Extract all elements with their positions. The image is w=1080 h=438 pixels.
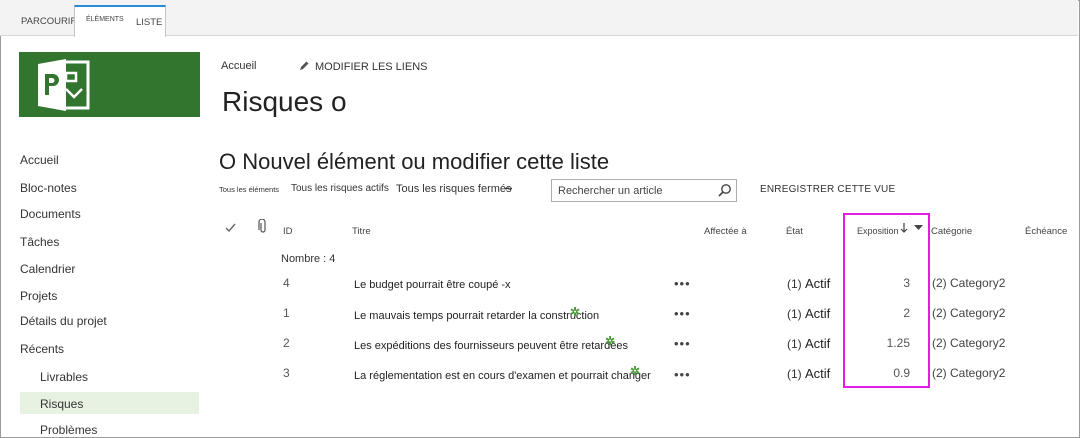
- nav-item-home[interactable]: Accueil: [20, 153, 59, 167]
- row-1-state: (1) Actif: [787, 276, 830, 291]
- view-closed-risks[interactable]: Tous les risques fermés: [396, 183, 512, 195]
- row-2-menu-icon[interactable]: •••: [674, 306, 691, 321]
- row-1-menu-icon[interactable]: •••: [674, 276, 691, 291]
- edit-links-button[interactable]: MODIFIER LES LIENS: [298, 60, 427, 73]
- tab-items[interactable]: ÉLÉMENTS: [86, 16, 124, 23]
- edit-links-label: MODIFIER LES LIENS: [315, 61, 428, 73]
- search-input[interactable]: [558, 183, 708, 199]
- view-all-items[interactable]: Tous les éléments: [219, 185, 279, 194]
- row-4-state-value: Actif: [805, 366, 831, 381]
- row-4-category: (2) Category2: [932, 366, 1006, 380]
- row-1-id: 4: [283, 276, 290, 290]
- row-4-title[interactable]: La réglementation est en cours d'examen …: [354, 370, 651, 382]
- row-3-state-value: Actif: [805, 336, 831, 351]
- row-2-id: 1: [283, 306, 290, 320]
- column-header-category[interactable]: Catégorie: [931, 226, 972, 237]
- row-2-title[interactable]: Le mauvais temps pourrait retarder la co…: [354, 310, 599, 322]
- breadcrumb[interactable]: Accueil: [221, 60, 256, 72]
- row-1-category: (2) Category2: [932, 276, 1006, 290]
- row-4-new-icon: ✲: [630, 364, 641, 378]
- nav-item-tasks[interactable]: Tâches: [20, 235, 59, 249]
- row-1-title[interactable]: Le budget pourrait être coupé -x: [354, 279, 511, 291]
- pencil-icon: [300, 61, 309, 70]
- row-3-state: (1) Actif: [787, 336, 830, 351]
- row-3-category: (2) Category2: [932, 336, 1006, 350]
- column-header-state[interactable]: État: [786, 226, 803, 237]
- nav-item-documents[interactable]: Documents: [20, 207, 81, 221]
- nav-item-notebook[interactable]: Bloc-notes: [20, 181, 77, 195]
- column-header-due[interactable]: Échéance: [1025, 226, 1067, 237]
- project-app-icon: [38, 59, 90, 111]
- row-2-state-prefix: (1): [787, 307, 802, 321]
- row-3-menu-icon[interactable]: •••: [674, 336, 691, 351]
- tab-browse[interactable]: PARCOURIR: [21, 16, 77, 27]
- nav-item-risks[interactable]: Risques: [40, 397, 83, 411]
- tab-items-group: ÉLÉMENTS LISTE: [74, 5, 166, 37]
- tab-list[interactable]: LISTE: [136, 17, 162, 28]
- search-box: [551, 179, 737, 202]
- column-header-id[interactable]: ID: [283, 226, 293, 237]
- page-title: Risques o: [222, 86, 347, 117]
- ribbon: PARCOURIR ÉLÉMENTS LISTE: [0, 0, 1078, 37]
- nav-item-projects[interactable]: Projets: [20, 289, 57, 303]
- row-4-state: (1) Actif: [787, 366, 830, 381]
- row-4-state-prefix: (1): [787, 367, 802, 381]
- new-item-link[interactable]: O Nouvel élément ou modifier cette liste: [219, 149, 609, 175]
- row-3-id: 2: [283, 336, 290, 350]
- row-3-new-icon: ✲: [605, 334, 616, 348]
- column-header-title[interactable]: Titre: [352, 226, 371, 237]
- row-4-id: 3: [283, 366, 290, 380]
- project-logo[interactable]: [19, 52, 200, 117]
- item-count: Nombre : 4: [281, 253, 336, 265]
- nav-item-project-details[interactable]: Détails du projet: [20, 314, 107, 328]
- row-1-state-prefix: (1): [787, 277, 802, 291]
- row-2-state-value: Actif: [805, 306, 831, 321]
- row-2-category: (2) Category2: [932, 306, 1006, 320]
- more-views-button[interactable]: •••: [505, 186, 512, 193]
- exposure-column-highlight: [843, 213, 930, 388]
- row-1-state-value: Actif: [805, 276, 831, 291]
- column-header-assigned[interactable]: Affectée à: [704, 226, 747, 237]
- nav-item-calendar[interactable]: Calendrier: [20, 262, 75, 276]
- select-all-check-icon[interactable]: [225, 222, 236, 233]
- nav-item-recent[interactable]: Récents: [20, 342, 64, 356]
- nav-item-issues[interactable]: Problèmes: [40, 423, 97, 437]
- row-4-menu-icon[interactable]: •••: [674, 367, 691, 382]
- row-3-state-prefix: (1): [787, 337, 802, 351]
- nav-item-deliverables[interactable]: Livrables: [40, 370, 88, 384]
- view-active-risks[interactable]: Tous les risques actifs: [291, 183, 389, 194]
- search-icon[interactable]: [717, 183, 732, 198]
- row-2-state: (1) Actif: [787, 306, 830, 321]
- attachment-icon: [258, 219, 266, 233]
- row-3-title[interactable]: Les expéditions des fournisseurs peuvent…: [354, 340, 628, 352]
- save-view-button[interactable]: ENREGISTRER CETTE VUE: [760, 184, 895, 195]
- row-2-new-icon: ✲: [570, 305, 581, 319]
